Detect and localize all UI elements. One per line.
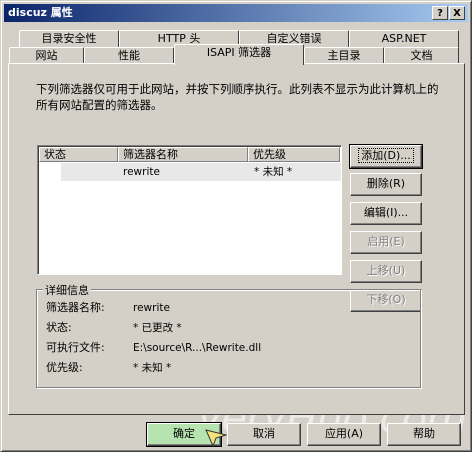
filter-list[interactable]: 状态 筛选器名称 优先级 rewrite * 未知 * [37, 145, 342, 275]
list-item[interactable]: rewrite * 未知 * [61, 163, 341, 181]
title-bar[interactable]: discuz 属性 ? X [4, 4, 468, 22]
cancel-button[interactable]: 取消 [227, 423, 301, 446]
detail-name-row: 筛选器名称: rewrite [46, 300, 170, 316]
detail-name-value: rewrite [133, 302, 170, 314]
help-button[interactable]: 帮助 [387, 423, 461, 446]
mouse-cursor-icon [205, 429, 227, 447]
remove-button[interactable]: 删除(R) [350, 173, 422, 196]
details-title: 详细信息 [43, 282, 91, 298]
row-filter-name: rewrite [123, 166, 160, 178]
detail-status-row: 状态: * 已更改 * [46, 320, 182, 336]
details-group: 详细信息 筛选器名称: rewrite 状态: * 已更改 * 可执行文件: E… [36, 282, 421, 388]
window-title: discuz 属性 [8, 6, 73, 19]
detail-exec-value: E:\source\R...\Rewrite.dll [133, 342, 262, 354]
move-up-button[interactable]: 上移(U) [350, 260, 422, 283]
row-priority: * 未知 * [254, 166, 293, 178]
edit-button[interactable]: 编辑(I)... [350, 202, 422, 225]
detail-exec-label: 可执行文件: [46, 341, 105, 354]
add-button[interactable]: 添加(D)... [349, 144, 423, 169]
tab-aspnet[interactable]: ASP.NET [349, 30, 459, 48]
add-button-label: 添加(D)... [358, 148, 414, 163]
enable-button[interactable]: 启用(E) [350, 231, 422, 254]
detail-priority-label: 优先级: [46, 361, 83, 374]
detail-priority-row: 优先级: * 未知 * [46, 360, 171, 376]
detail-name-label: 筛选器名称: [46, 301, 105, 314]
apply-button[interactable]: 应用(A) [307, 423, 381, 446]
detail-priority-value: * 未知 * [133, 362, 172, 374]
column-header-name[interactable]: 筛选器名称 [118, 147, 248, 162]
detail-status-value: * 已更改 * [133, 322, 182, 334]
tab-isapi-filters[interactable]: ISAPI 筛选器 [174, 44, 304, 65]
tab-directory-security[interactable]: 目录安全性 [19, 30, 119, 48]
close-title-button[interactable]: X [449, 6, 465, 20]
column-header-priority[interactable]: 优先级 [248, 147, 340, 162]
detail-exec-row: 可执行文件: E:\source\R...\Rewrite.dll [46, 340, 261, 356]
properties-window: discuz 属性 ? X 目录安全性 HTTP 头 自定义错误 ASP.NET… [0, 0, 472, 452]
column-header-status[interactable]: 状态 [39, 147, 118, 162]
detail-status-label: 状态: [46, 321, 72, 334]
help-title-button[interactable]: ? [432, 6, 448, 20]
description-text: 下列筛选器仅可用于此网站，并按下列顺序执行。此列表不显示为此计算机上的所有网站配… [36, 82, 439, 112]
